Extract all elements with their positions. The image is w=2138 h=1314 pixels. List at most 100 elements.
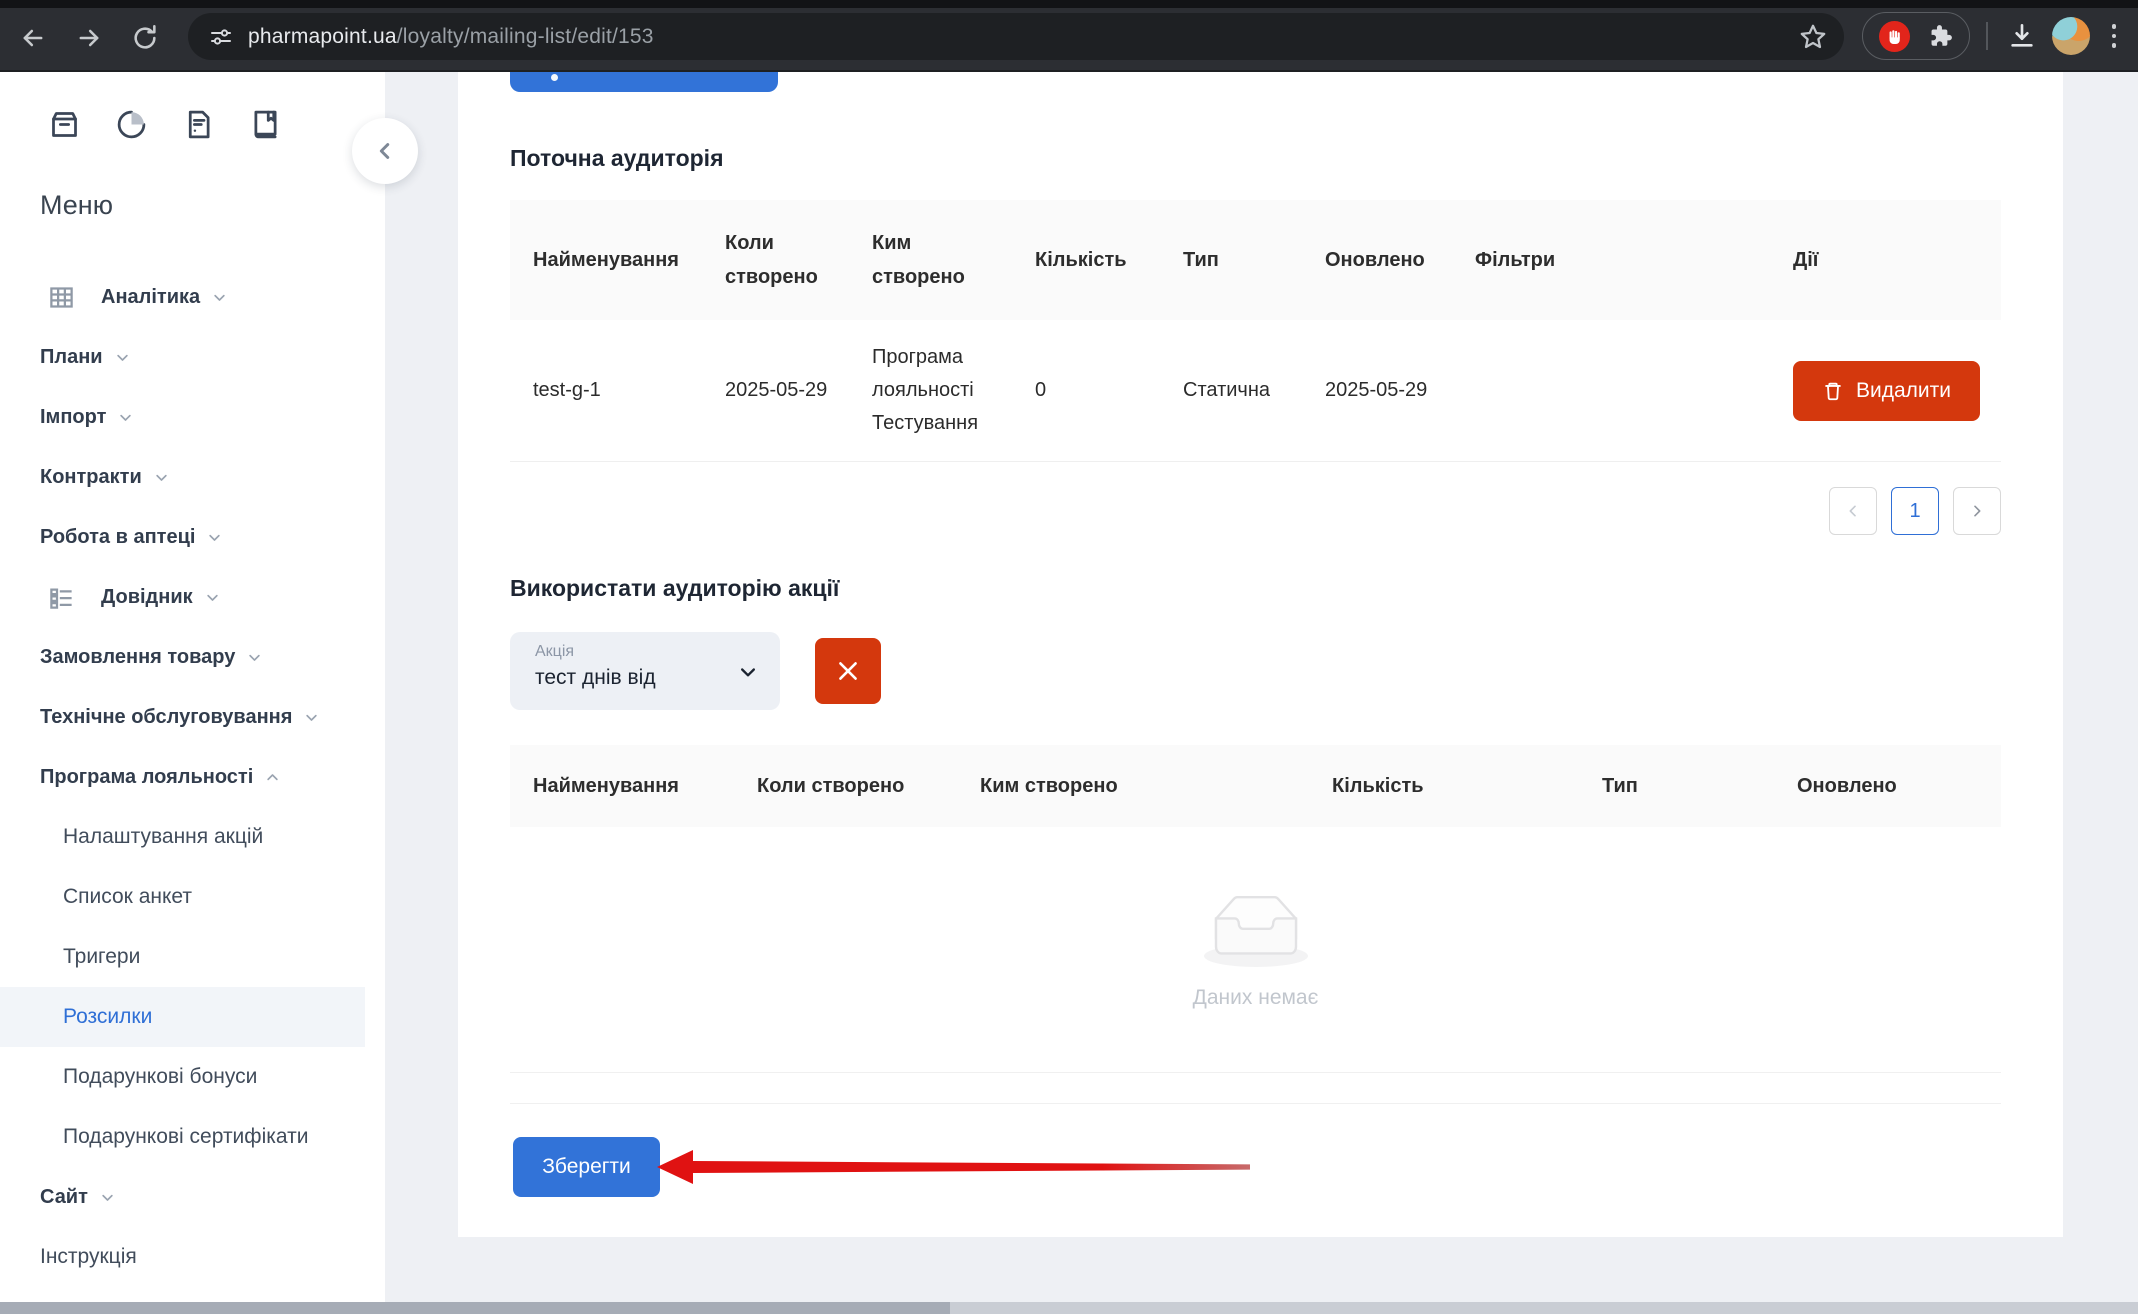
column-header: Коли створено <box>725 226 872 294</box>
sidebar-menu: Аналітика Плани Імпорт Контракти Робота … <box>0 267 385 1287</box>
column-header: Оновлено <box>1797 769 2001 803</box>
browser-menu-button[interactable] <box>2098 20 2130 52</box>
screenshot-root: pharmapoint.ua/loyalty/mailing-list/edit… <box>0 0 2138 1314</box>
browser-reload-button[interactable] <box>123 16 167 60</box>
sidebar-item-triggers[interactable]: Тригери <box>0 927 385 987</box>
book-icon[interactable] <box>249 108 282 141</box>
star-icon <box>1798 22 1828 52</box>
scrollbar-thumb[interactable] <box>0 1302 950 1314</box>
sidebar-item-label: Список анкет <box>63 885 192 909</box>
sidebar-item-loyalty-program[interactable]: Програма лояльності <box>0 747 385 807</box>
sidebar-item-label: Подарункові сертифікати <box>63 1125 308 1149</box>
column-header: Тип <box>1602 769 1797 803</box>
delete-button[interactable]: Видалити <box>1793 361 1980 421</box>
promo-select[interactable]: Акція тест днів від <box>510 632 780 710</box>
sidebar-item-site[interactable]: Сайт <box>0 1167 385 1227</box>
column-header: Оновлено <box>1325 243 1475 277</box>
sidebar-item-gift-bonuses[interactable]: Подарункові бонуси <box>0 1047 385 1107</box>
column-header: Дії <box>1793 243 2001 277</box>
extensions-puzzle-icon[interactable] <box>1927 23 1953 49</box>
chevron-down-icon <box>100 1190 115 1205</box>
downloads-button[interactable] <box>2006 20 2038 52</box>
pagination-page-1[interactable]: 1 <box>1891 487 1939 535</box>
document-icon[interactable] <box>182 108 215 141</box>
current-audience-title: Поточна аудиторія <box>510 145 724 172</box>
browser-back-button[interactable] <box>11 16 55 60</box>
audience-table-header: Найменування Коли створено Ким створено … <box>510 200 2001 320</box>
sidebar-item-pharmacy-work[interactable]: Робота в аптеці <box>0 507 385 567</box>
kebab-dot <box>2112 24 2117 29</box>
site-info-icon[interactable] <box>206 22 236 52</box>
column-header: Найменування <box>510 243 725 277</box>
sidebar-item-label: Замовлення товару <box>40 646 235 669</box>
annotation-arrow <box>655 1147 1255 1187</box>
pagination-next-button[interactable] <box>1953 487 2001 535</box>
sidebar-item-label: Тригери <box>63 945 140 969</box>
clear-selection-button[interactable] <box>815 638 881 704</box>
save-button[interactable]: Зберегти <box>513 1137 660 1197</box>
sidebar-item-label: Імпорт <box>40 406 106 429</box>
browser-forward-button[interactable] <box>67 16 111 60</box>
empty-state-text: Даних немає <box>1193 986 1319 1010</box>
sidebar-item-analytics[interactable]: Аналітика <box>0 267 385 327</box>
horizontal-scrollbar[interactable] <box>0 1302 2138 1314</box>
sidebar-item-mailings-active[interactable]: Розсилки <box>0 987 365 1047</box>
chevron-right-icon <box>1969 503 1985 519</box>
download-icon <box>2006 20 2038 52</box>
sidebar-item-label: Подарункові бонуси <box>63 1065 257 1089</box>
sidebar-item-label: Інструкція <box>40 1245 137 1269</box>
top-action-button-cut[interactable] <box>510 72 778 92</box>
column-header: Найменування <box>510 769 757 803</box>
box-icon[interactable] <box>48 108 81 141</box>
chevron-down-icon <box>118 410 133 425</box>
sidebar-item-goods-order[interactable]: Замовлення товару <box>0 627 385 687</box>
cell-created-at: 2025-05-29 <box>725 374 872 407</box>
pagination: 1 <box>1829 487 2001 535</box>
list-icon <box>48 584 75 611</box>
column-header: Ким створено <box>872 226 1035 294</box>
extensions-pill <box>1862 12 1970 60</box>
browser-titlebar <box>0 0 2138 8</box>
bookmark-star-button[interactable] <box>1798 22 1828 52</box>
empty-state: Даних немає <box>510 827 2001 1073</box>
profile-avatar[interactable] <box>2052 17 2090 55</box>
chevron-up-icon <box>265 770 280 785</box>
chevron-down-icon <box>304 710 319 725</box>
adblock-extension-icon[interactable] <box>1879 21 1910 52</box>
forward-arrow-icon <box>75 24 103 52</box>
chevron-down-icon <box>205 590 220 605</box>
menu-title: Меню <box>40 190 113 221</box>
empty-inbox-icon <box>1192 890 1320 972</box>
sidebar-item-promo-settings[interactable]: Налаштування акцій <box>0 807 385 867</box>
column-header: Ким створено <box>980 769 1332 803</box>
kebab-dot <box>2112 43 2117 48</box>
sidebar-collapse-button[interactable] <box>352 118 418 184</box>
column-header: Коли створено <box>757 769 980 803</box>
sidebar-quick-icons <box>48 108 282 141</box>
cell-created-by: Програма лояльності Тестування <box>872 341 1035 440</box>
app-area: Меню Аналітика Плани Імпорт Контракти <box>0 72 2138 1314</box>
sidebar: Меню Аналітика Плани Імпорт Контракти <box>0 72 385 1314</box>
promo-select-label: Акція <box>535 643 760 661</box>
back-arrow-icon <box>19 24 47 52</box>
sidebar-item-directory[interactable]: Довідник <box>0 567 385 627</box>
url-bar[interactable]: pharmapoint.ua/loyalty/mailing-list/edit… <box>188 13 1844 60</box>
sidebar-item-gift-certificates[interactable]: Подарункові сертифікати <box>0 1107 385 1167</box>
sidebar-item-questionnaires[interactable]: Список анкет <box>0 867 385 927</box>
sidebar-item-contracts[interactable]: Контракти <box>0 447 385 507</box>
column-header: Тип <box>1183 243 1325 277</box>
sidebar-item-plans[interactable]: Плани <box>0 327 385 387</box>
sidebar-item-instruction[interactable]: Інструкція <box>0 1227 385 1287</box>
sidebar-item-maintenance[interactable]: Технічне обслуговування <box>0 687 385 747</box>
chevron-left-icon <box>1845 503 1861 519</box>
chevron-down-icon <box>207 530 222 545</box>
pie-chart-icon[interactable] <box>115 108 148 141</box>
sidebar-item-label: Розсилки <box>63 1005 152 1029</box>
sidebar-item-import[interactable]: Імпорт <box>0 387 385 447</box>
sidebar-item-label: Програма лояльності <box>40 766 253 789</box>
cell-type: Статична <box>1183 374 1325 407</box>
pagination-prev-button[interactable] <box>1829 487 1877 535</box>
cell-updated-at: 2025-05-29 <box>1325 374 1475 407</box>
close-icon <box>835 658 861 684</box>
promo-audience-table: Найменування Коли створено Ким створено … <box>510 745 2001 827</box>
